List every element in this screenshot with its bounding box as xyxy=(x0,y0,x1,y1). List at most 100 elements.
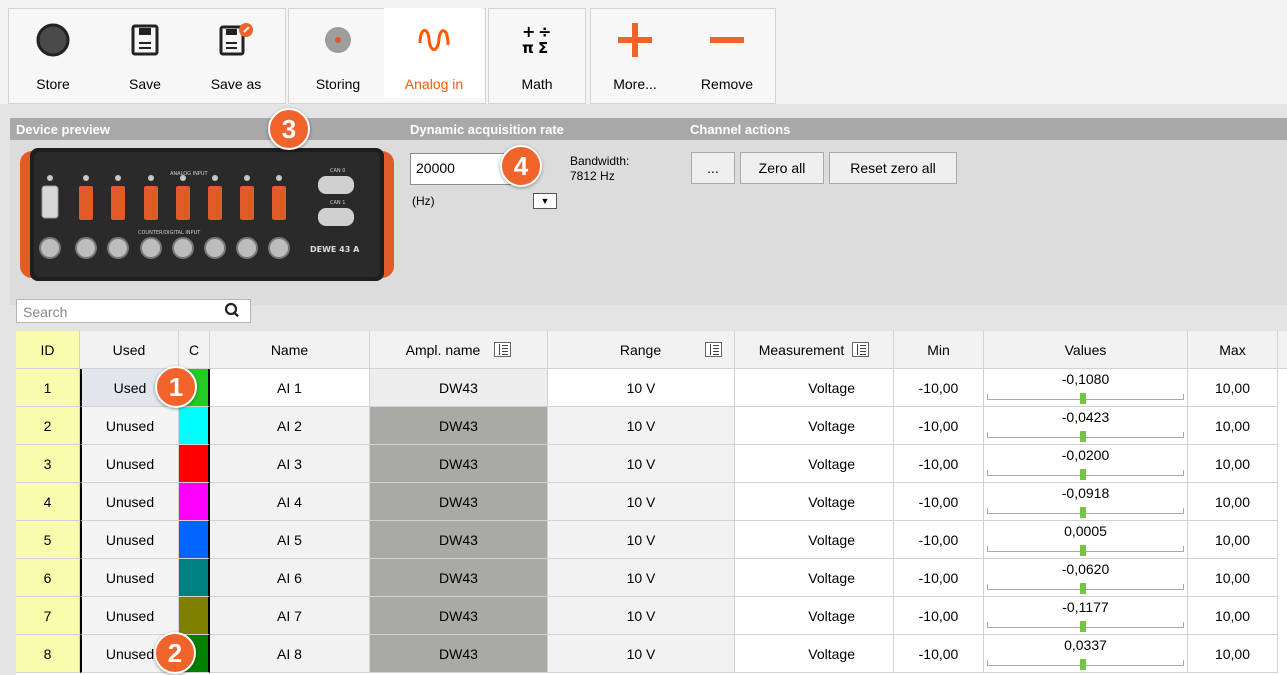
column-chooser-icon[interactable] xyxy=(705,342,723,357)
more-button[interactable]: More... xyxy=(600,8,670,98)
max-cell[interactable]: 10,00 xyxy=(1188,483,1278,521)
used-toggle-button[interactable]: Unused xyxy=(80,483,179,521)
channel-color-swatch[interactable] xyxy=(179,445,210,483)
more-actions-button[interactable]: ... xyxy=(691,152,735,184)
storing-button[interactable]: Storing xyxy=(303,8,373,98)
sine-wave-icon xyxy=(384,20,484,60)
channel-color-swatch[interactable] xyxy=(179,407,210,445)
column-header-range[interactable]: Range xyxy=(548,331,735,369)
min-cell[interactable]: -10,00 xyxy=(894,597,984,635)
column-chooser-icon[interactable] xyxy=(852,342,870,357)
channel-color-swatch[interactable] xyxy=(179,483,210,521)
max-cell[interactable]: 10,00 xyxy=(1188,445,1278,483)
range-cell[interactable]: 10 V xyxy=(548,407,735,445)
column-header-min[interactable]: Min xyxy=(894,331,984,369)
channel-color-swatch[interactable] xyxy=(179,521,210,559)
channel-id-cell: 8 xyxy=(16,635,80,673)
min-cell[interactable]: -10,00 xyxy=(894,445,984,483)
rate-dropdown-button[interactable]: ▼ xyxy=(533,193,557,209)
column-header-color[interactable]: C xyxy=(179,331,210,369)
ampl-name-cell: DW43 xyxy=(370,407,548,445)
used-toggle-button[interactable]: Unused xyxy=(80,521,179,559)
used-toggle-button[interactable]: Unused xyxy=(80,559,179,597)
channel-name-cell[interactable]: AI 6 xyxy=(210,559,370,597)
max-cell[interactable]: 10,00 xyxy=(1188,407,1278,445)
save-as-button[interactable]: Save as xyxy=(201,8,271,98)
device-preview-image: ANALOG INPUT COUNTER/DIGITAL INPUT CAN 0… xyxy=(20,148,394,281)
measurement-cell[interactable]: Voltage xyxy=(735,369,894,407)
min-cell[interactable]: -10,00 xyxy=(894,635,984,673)
max-cell[interactable]: 10,00 xyxy=(1188,559,1278,597)
measurement-cell[interactable]: Voltage xyxy=(735,559,894,597)
column-header-id[interactable]: ID xyxy=(16,331,80,369)
min-cell[interactable]: -10,00 xyxy=(894,483,984,521)
min-cell[interactable]: -10,00 xyxy=(894,407,984,445)
column-header-ampl-name[interactable]: Ampl. name xyxy=(370,331,548,369)
range-cell[interactable]: 10 V xyxy=(548,445,735,483)
channel-name-cell[interactable]: AI 1 xyxy=(210,369,370,407)
range-cell[interactable]: 10 V xyxy=(548,521,735,559)
channel-name-cell[interactable]: AI 8 xyxy=(210,635,370,673)
measurement-cell[interactable]: Voltage xyxy=(735,635,894,673)
math-button[interactable]: + ÷ π Σ Math xyxy=(502,8,572,98)
used-toggle-button[interactable]: Unused xyxy=(80,407,179,445)
floppy-icon xyxy=(110,20,180,60)
range-cell[interactable]: 10 V xyxy=(548,635,735,673)
max-cell[interactable]: 10,00 xyxy=(1188,635,1278,673)
channel-name-cell[interactable]: AI 2 xyxy=(210,407,370,445)
search-icon xyxy=(224,302,239,318)
max-cell[interactable]: 10,00 xyxy=(1188,521,1278,559)
used-toggle-button[interactable]: Unused xyxy=(80,597,179,635)
zero-all-button[interactable]: Zero all xyxy=(740,152,824,184)
channel-color-swatch[interactable] xyxy=(179,597,210,635)
search-input[interactable]: Search xyxy=(16,299,251,323)
value-text: 0,0337 xyxy=(1064,637,1107,653)
value-text: -0,1080 xyxy=(1061,371,1110,387)
column-header-extra xyxy=(1278,331,1287,369)
range-cell[interactable]: 10 V xyxy=(548,369,735,407)
rate-unit-label: (Hz) xyxy=(412,194,435,208)
min-cell[interactable]: -10,00 xyxy=(894,559,984,597)
callout-badge: 1 xyxy=(155,366,197,408)
reset-zero-all-button[interactable]: Reset zero all xyxy=(829,152,957,184)
analog-in-button[interactable]: Analog in xyxy=(384,8,484,98)
channel-name-cell[interactable]: AI 5 xyxy=(210,521,370,559)
save-button[interactable]: Save xyxy=(110,8,180,98)
min-cell[interactable]: -10,00 xyxy=(894,521,984,559)
column-header-name[interactable]: Name xyxy=(210,331,370,369)
remove-button[interactable]: Remove xyxy=(692,8,762,98)
channel-name-cell[interactable]: AI 3 xyxy=(210,445,370,483)
max-cell[interactable]: 10,00 xyxy=(1188,597,1278,635)
channel-id-cell: 5 xyxy=(16,521,80,559)
range-cell[interactable]: 10 V xyxy=(548,597,735,635)
store-button[interactable]: Store xyxy=(18,8,88,98)
used-toggle-button[interactable]: Unused xyxy=(80,445,179,483)
value-text: -0,0620 xyxy=(1061,561,1110,577)
range-cell[interactable]: 10 V xyxy=(548,559,735,597)
channel-color-swatch[interactable] xyxy=(179,559,210,597)
measurement-cell[interactable]: Voltage xyxy=(735,597,894,635)
ampl-name-cell: DW43 xyxy=(370,635,548,673)
toolbar: Store Save Save as Storing Analog in + ÷ π… xyxy=(0,0,1287,104)
channel-name-cell[interactable]: AI 7 xyxy=(210,597,370,635)
value-text: -0,0918 xyxy=(1061,485,1110,501)
value-meter-cell: -0,0918 xyxy=(984,483,1188,521)
column-header-values[interactable]: Values xyxy=(984,331,1188,369)
measurement-cell[interactable]: Voltage xyxy=(735,483,894,521)
column-header-measurement[interactable]: Measurement xyxy=(735,331,894,369)
max-cell[interactable]: 10,00 xyxy=(1188,369,1278,407)
measurement-header-label: Measurement xyxy=(758,341,845,358)
column-header-used[interactable]: Used xyxy=(80,331,179,369)
value-meter-cell: 0,0005 xyxy=(984,521,1188,559)
column-chooser-icon[interactable] xyxy=(494,342,512,357)
measurement-cell[interactable]: Voltage xyxy=(735,407,894,445)
min-cell[interactable]: -10,00 xyxy=(894,369,984,407)
column-header-max[interactable]: Max xyxy=(1188,331,1278,369)
value-meter-bar xyxy=(1080,469,1086,480)
channel-name-cell[interactable]: AI 4 xyxy=(210,483,370,521)
chevron-down-icon: ▼ xyxy=(540,196,550,206)
range-cell[interactable]: 10 V xyxy=(548,483,735,521)
measurement-cell[interactable]: Voltage xyxy=(735,521,894,559)
minus-icon xyxy=(692,20,762,60)
measurement-cell[interactable]: Voltage xyxy=(735,445,894,483)
